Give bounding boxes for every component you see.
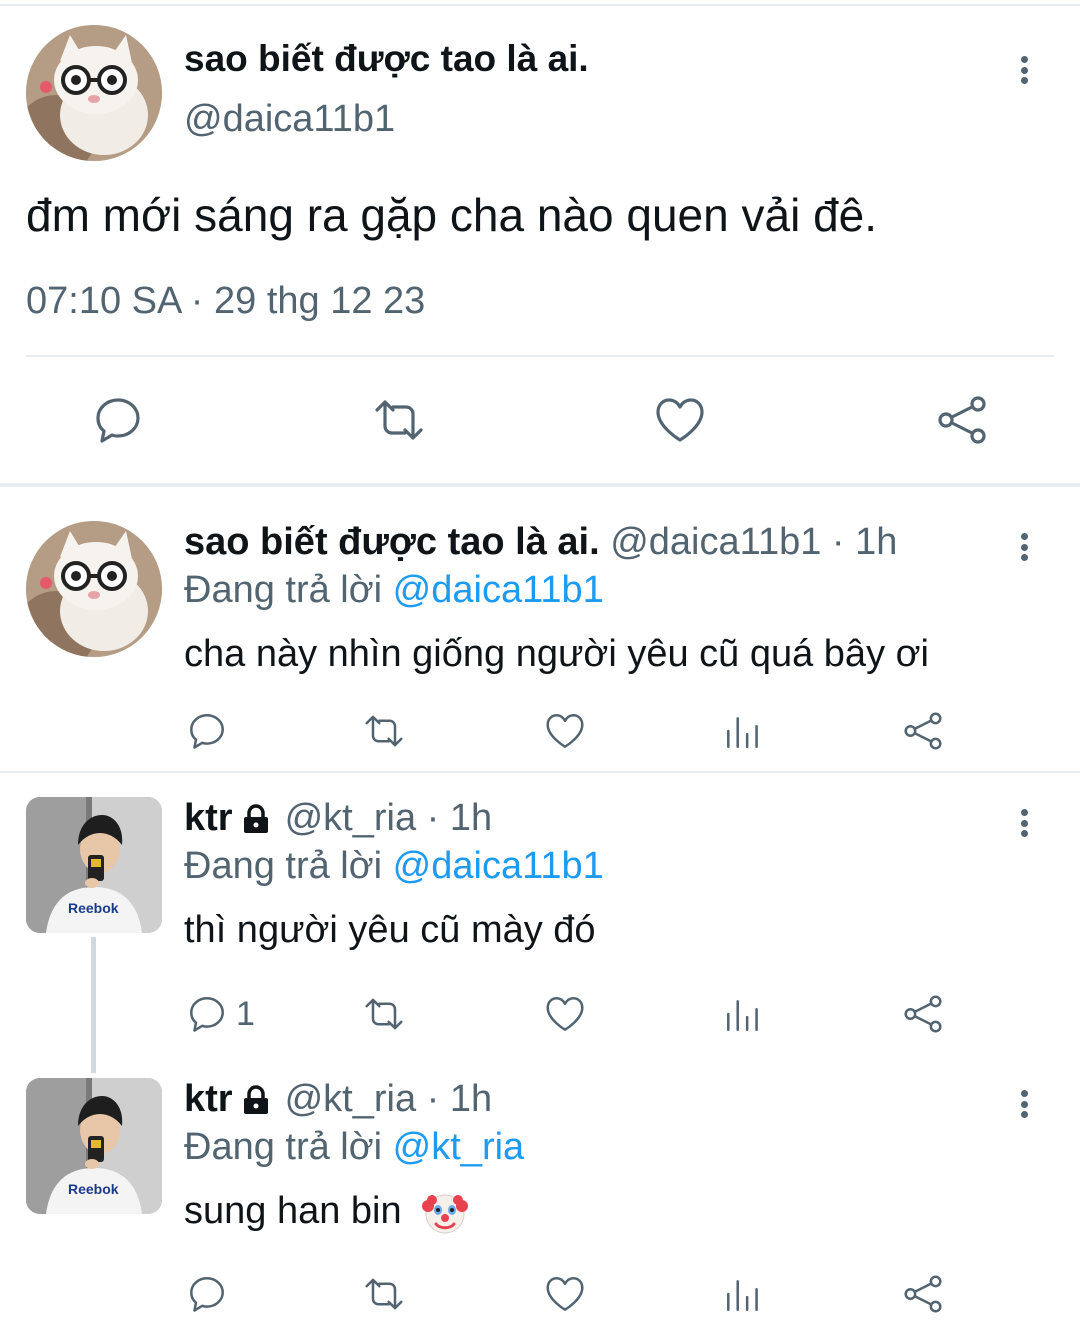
replying-prefix: Đang trả lời (184, 1126, 383, 1168)
handle[interactable]: @daica11b1 (184, 98, 395, 141)
display-name[interactable]: sao biết được tao là ai. (184, 38, 589, 80)
more-icon[interactable] (1014, 803, 1034, 843)
views-icon[interactable] (722, 1272, 766, 1316)
handle-time[interactable]: @kt_ria · 1h (285, 1078, 493, 1121)
display-name[interactable]: ktr (184, 797, 233, 840)
main-tweet: sao biết được tao là ai. @daica11b1 đm m… (0, 0, 1080, 483)
reply-text: thì người yêu cũ mày đó (184, 909, 596, 951)
replying-to: Đang trả lời @daica11b1 (184, 845, 604, 888)
reply-tweet: Reebok ktr @kt_ria · 1h Đang trả lời @kt… (0, 1078, 1080, 1328)
lock-icon (243, 1084, 268, 1114)
more-icon[interactable] (1014, 1084, 1034, 1124)
svg-text:Reebok: Reebok (68, 1181, 119, 1197)
lock-icon (243, 803, 268, 833)
timestamp[interactable]: 07:10 SA · 29 thg 12 23 (26, 280, 425, 323)
retweet-icon[interactable] (362, 709, 406, 753)
share-icon[interactable] (901, 709, 945, 753)
replying-prefix: Đang trả lời (184, 569, 383, 611)
replying-to-link[interactable]: @daica11b1 (393, 845, 604, 887)
cat-avatar-image (26, 25, 162, 161)
like-icon[interactable] (543, 709, 587, 753)
avatar[interactable] (26, 25, 162, 161)
svg-text:Reebok: Reebok (68, 900, 119, 916)
person-avatar-image: Reebok (26, 797, 162, 933)
reply-icon[interactable] (185, 1272, 229, 1316)
avatar[interactable]: Reebok (26, 1078, 162, 1214)
reply-tweet: Reebok ktr @kt_ria · 1h Đang trả lời @da… (0, 797, 1080, 1047)
views-icon[interactable] (722, 992, 766, 1036)
display-name[interactable]: ktr (184, 1078, 233, 1121)
clown-emoji (422, 1194, 469, 1234)
reply-text: cha này nhìn giống người yêu cũ quá bây … (184, 633, 929, 675)
reply-header: sao biết được tao là ai. @daica11b1 · 1h (184, 521, 897, 564)
reply-icon[interactable] (185, 709, 229, 753)
replying-to: Đang trả lời @daica11b1 (184, 569, 604, 612)
reply-tweet: sao biết được tao là ai. @daica11b1 · 1h… (0, 521, 1080, 761)
person-avatar-image: Reebok (26, 1078, 162, 1214)
divider (26, 355, 1054, 357)
reply-text-row: sung han bin (184, 1190, 469, 1236)
tweet-text: đm mới sáng ra gặp cha nào quen vải đê. (26, 189, 878, 241)
views-icon[interactable] (722, 709, 766, 753)
reply-count: 1 (236, 995, 255, 1033)
replying-to-link[interactable]: @daica11b1 (393, 569, 604, 611)
reply-header: ktr @kt_ria · 1h (184, 1078, 492, 1121)
like-icon[interactable] (543, 1272, 587, 1316)
reply-icon[interactable] (185, 992, 229, 1036)
handle-time[interactable]: @kt_ria · 1h (285, 797, 493, 840)
retweet-icon[interactable] (362, 992, 406, 1036)
reply-text: sung han bin (184, 1190, 402, 1233)
cat-avatar-image (26, 521, 162, 657)
avatar[interactable]: Reebok (26, 797, 162, 933)
share-icon[interactable] (901, 1272, 945, 1316)
more-icon[interactable] (1014, 527, 1034, 567)
retweet-icon[interactable] (371, 392, 427, 448)
handle-time[interactable]: @daica11b1 · 1h (610, 521, 897, 564)
avatar[interactable] (26, 521, 162, 657)
retweet-icon[interactable] (362, 1272, 406, 1316)
section-divider (0, 483, 1080, 487)
section-divider (0, 771, 1080, 773)
replying-to: Đang trả lời @kt_ria (184, 1126, 524, 1169)
reply-header: ktr @kt_ria · 1h (184, 797, 492, 840)
share-icon[interactable] (934, 392, 990, 448)
display-name[interactable]: sao biết được tao là ai. (184, 521, 600, 564)
reply-icon[interactable] (90, 392, 146, 448)
replying-prefix: Đang trả lời (184, 845, 383, 887)
more-icon[interactable] (1014, 50, 1034, 90)
replying-to-link[interactable]: @kt_ria (393, 1126, 525, 1168)
share-icon[interactable] (901, 992, 945, 1036)
like-icon[interactable] (543, 992, 587, 1036)
like-icon[interactable] (652, 392, 708, 448)
